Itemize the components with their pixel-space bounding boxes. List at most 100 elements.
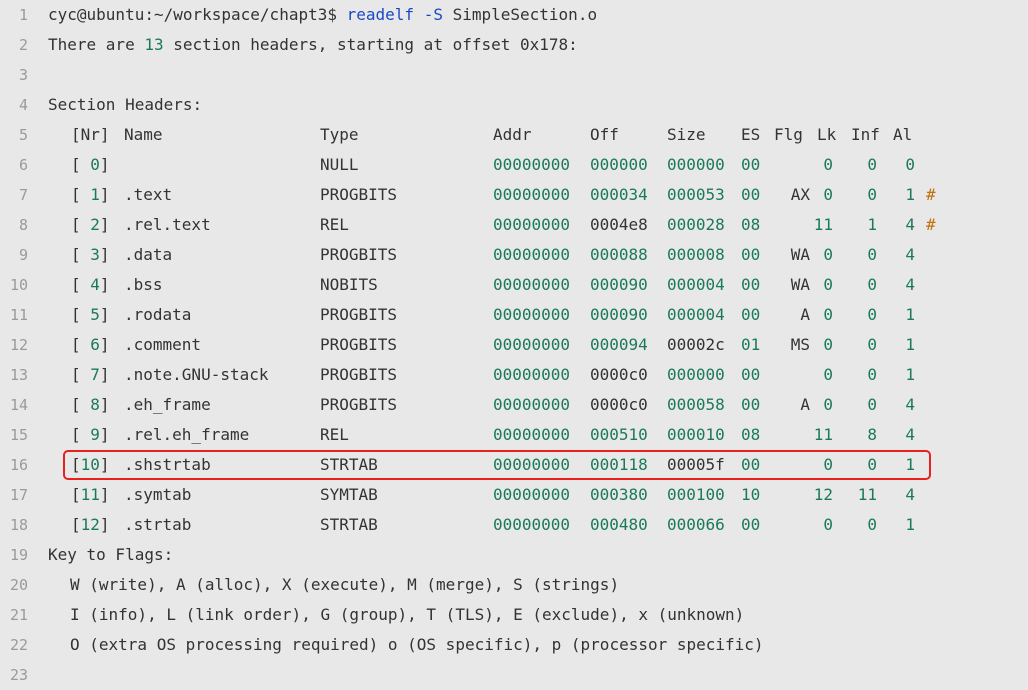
section-es: 00 — [741, 365, 761, 384]
section-type: PROGBITS — [320, 365, 398, 384]
line-number: 11 — [9, 306, 28, 324]
section-type: REL — [320, 215, 349, 234]
line-number: 2 — [18, 36, 28, 54]
section-size: 000000 — [667, 155, 725, 174]
section-align: 1 — [905, 515, 915, 534]
section-info: 0 — [867, 515, 877, 534]
flags-description: W (write), A (alloc), X (execute), M (me… — [70, 575, 620, 594]
line-number: 5 — [18, 126, 28, 144]
section-align: 4 — [905, 485, 915, 504]
section-es: 08 — [741, 425, 761, 444]
section-link: 0 — [823, 455, 833, 474]
section-addr: 00000000 — [493, 365, 571, 384]
code-line: 20 W (write), A (alloc), X (execute), M (… — [0, 570, 1028, 600]
column-header-nr: [Nr] — [71, 125, 110, 144]
line-number: 21 — [9, 606, 28, 624]
section-info: 1 — [867, 215, 877, 234]
section-info: 0 — [867, 185, 877, 204]
column-header-es: ES — [741, 125, 761, 144]
section-off: 000510 — [590, 425, 648, 444]
code-line: 7[ 1] .text PROGBITS 00000000 000034 000053 00… — [0, 180, 1028, 210]
column-header-inf: Inf — [851, 125, 880, 144]
line-number: 23 — [9, 666, 28, 684]
section-align: 1 — [905, 185, 915, 204]
section-type: STRTAB — [320, 455, 378, 474]
code-line: 1 cyc@ubuntu:~/workspace/chapt3$ readelf … — [0, 0, 1028, 30]
section-addr: 00000000 — [493, 155, 571, 174]
section-name: .rel.eh_frame — [124, 425, 250, 444]
section-name: .eh_frame — [124, 395, 211, 414]
column-header-size: Size — [667, 125, 706, 144]
code-line: 17 [11] .symtab SYMTAB 00000000 000380 000100 1… — [0, 480, 1028, 510]
section-addr: 00000000 — [493, 395, 571, 414]
section-align: 1 — [905, 335, 915, 354]
section-align: 4 — [905, 395, 915, 414]
section-align: 4 — [905, 245, 915, 264]
section-type: REL — [320, 425, 349, 444]
section-size: 000004 — [667, 275, 725, 294]
section-align: 4 — [905, 275, 915, 294]
command-argument: SimpleSection.o — [442, 5, 598, 24]
section-link: 0 — [823, 305, 833, 324]
section-align: 1 — [905, 365, 915, 384]
section-link: 12 — [813, 485, 833, 504]
section-type: PROGBITS — [320, 335, 398, 354]
line-number: 12 — [9, 336, 28, 354]
code-line: 3 — [0, 60, 1028, 90]
section-link: 0 — [823, 275, 833, 294]
code-line: 9[ 3] .data PROGBITS 00000000 000088 000008 00… — [0, 240, 1028, 270]
section-off: 000034 — [590, 185, 648, 204]
code-line: 23 — [0, 660, 1028, 690]
comment-mark: # — [926, 215, 936, 234]
section-off: 000118 — [590, 455, 648, 474]
column-header-lk: Lk — [817, 125, 837, 144]
code-block: 1 cyc@ubuntu:~/workspace/chapt3$ readelf … — [0, 0, 1028, 689]
section-info: 0 — [867, 275, 877, 294]
prompt-path: cyc@ubuntu:~/workspace/chapt3$ — [48, 5, 347, 24]
code-line: 4 Section Headers: — [0, 90, 1028, 120]
section-addr: 00000000 — [493, 215, 571, 234]
line-number: 20 — [9, 576, 28, 594]
section-size: 000066 — [667, 515, 725, 534]
section-link: 0 — [823, 515, 833, 534]
section-info: 8 — [867, 425, 877, 444]
summary-suffix: section headers, starting at offset 0x17… — [163, 35, 578, 54]
column-header-addr: Addr — [493, 125, 532, 144]
flags-description: I (info), L (link order), G (group), T (… — [70, 605, 745, 624]
column-header-type: Type — [320, 125, 359, 144]
code-line: 16 [10] .shstrtab STRTAB 00000000 000118 00005… — [0, 450, 1028, 480]
section-index: [ 5] — [71, 305, 110, 324]
section-es: 08 — [741, 215, 761, 234]
section-info: 0 — [867, 455, 877, 474]
section-addr: 00000000 — [493, 455, 571, 474]
section-link: 11 — [813, 425, 833, 444]
section-index: [ 4] — [71, 275, 110, 294]
section-link: 0 — [823, 335, 833, 354]
section-size: 000028 — [667, 215, 725, 234]
section-size: 000053 — [667, 185, 725, 204]
section-name: .comment — [124, 335, 202, 354]
section-addr: 00000000 — [493, 335, 571, 354]
section-size: 000004 — [667, 305, 725, 324]
line-number: 16 — [9, 456, 28, 474]
section-addr: 00000000 — [493, 305, 571, 324]
section-link: 0 — [823, 245, 833, 264]
section-off: 000094 — [590, 335, 648, 354]
section-off: 000480 — [590, 515, 648, 534]
section-name: .symtab — [124, 485, 192, 504]
section-es: 00 — [741, 275, 761, 294]
section-off: 000380 — [590, 485, 648, 504]
section-name: .data — [124, 245, 173, 264]
command-text: readelf -S — [346, 5, 443, 24]
section-es: 00 — [741, 185, 761, 204]
code-line: 8 [ 2] .rel.text REL 00000000 0004e8 000028 08 1… — [0, 210, 1028, 240]
section-addr: 00000000 — [493, 515, 571, 534]
code-line: 15 [ 9] .rel.eh_frame REL 00000000 000510 0000… — [0, 420, 1028, 450]
line-number: 6 — [18, 156, 28, 174]
section-info: 0 — [867, 335, 877, 354]
flags-description: O (extra OS processing required) o (OS s… — [70, 635, 764, 654]
section-name: .note.GNU-stack — [124, 365, 269, 384]
section-index: [ 2] — [71, 215, 110, 234]
section-es: 00 — [741, 515, 761, 534]
section-info: 0 — [867, 245, 877, 264]
